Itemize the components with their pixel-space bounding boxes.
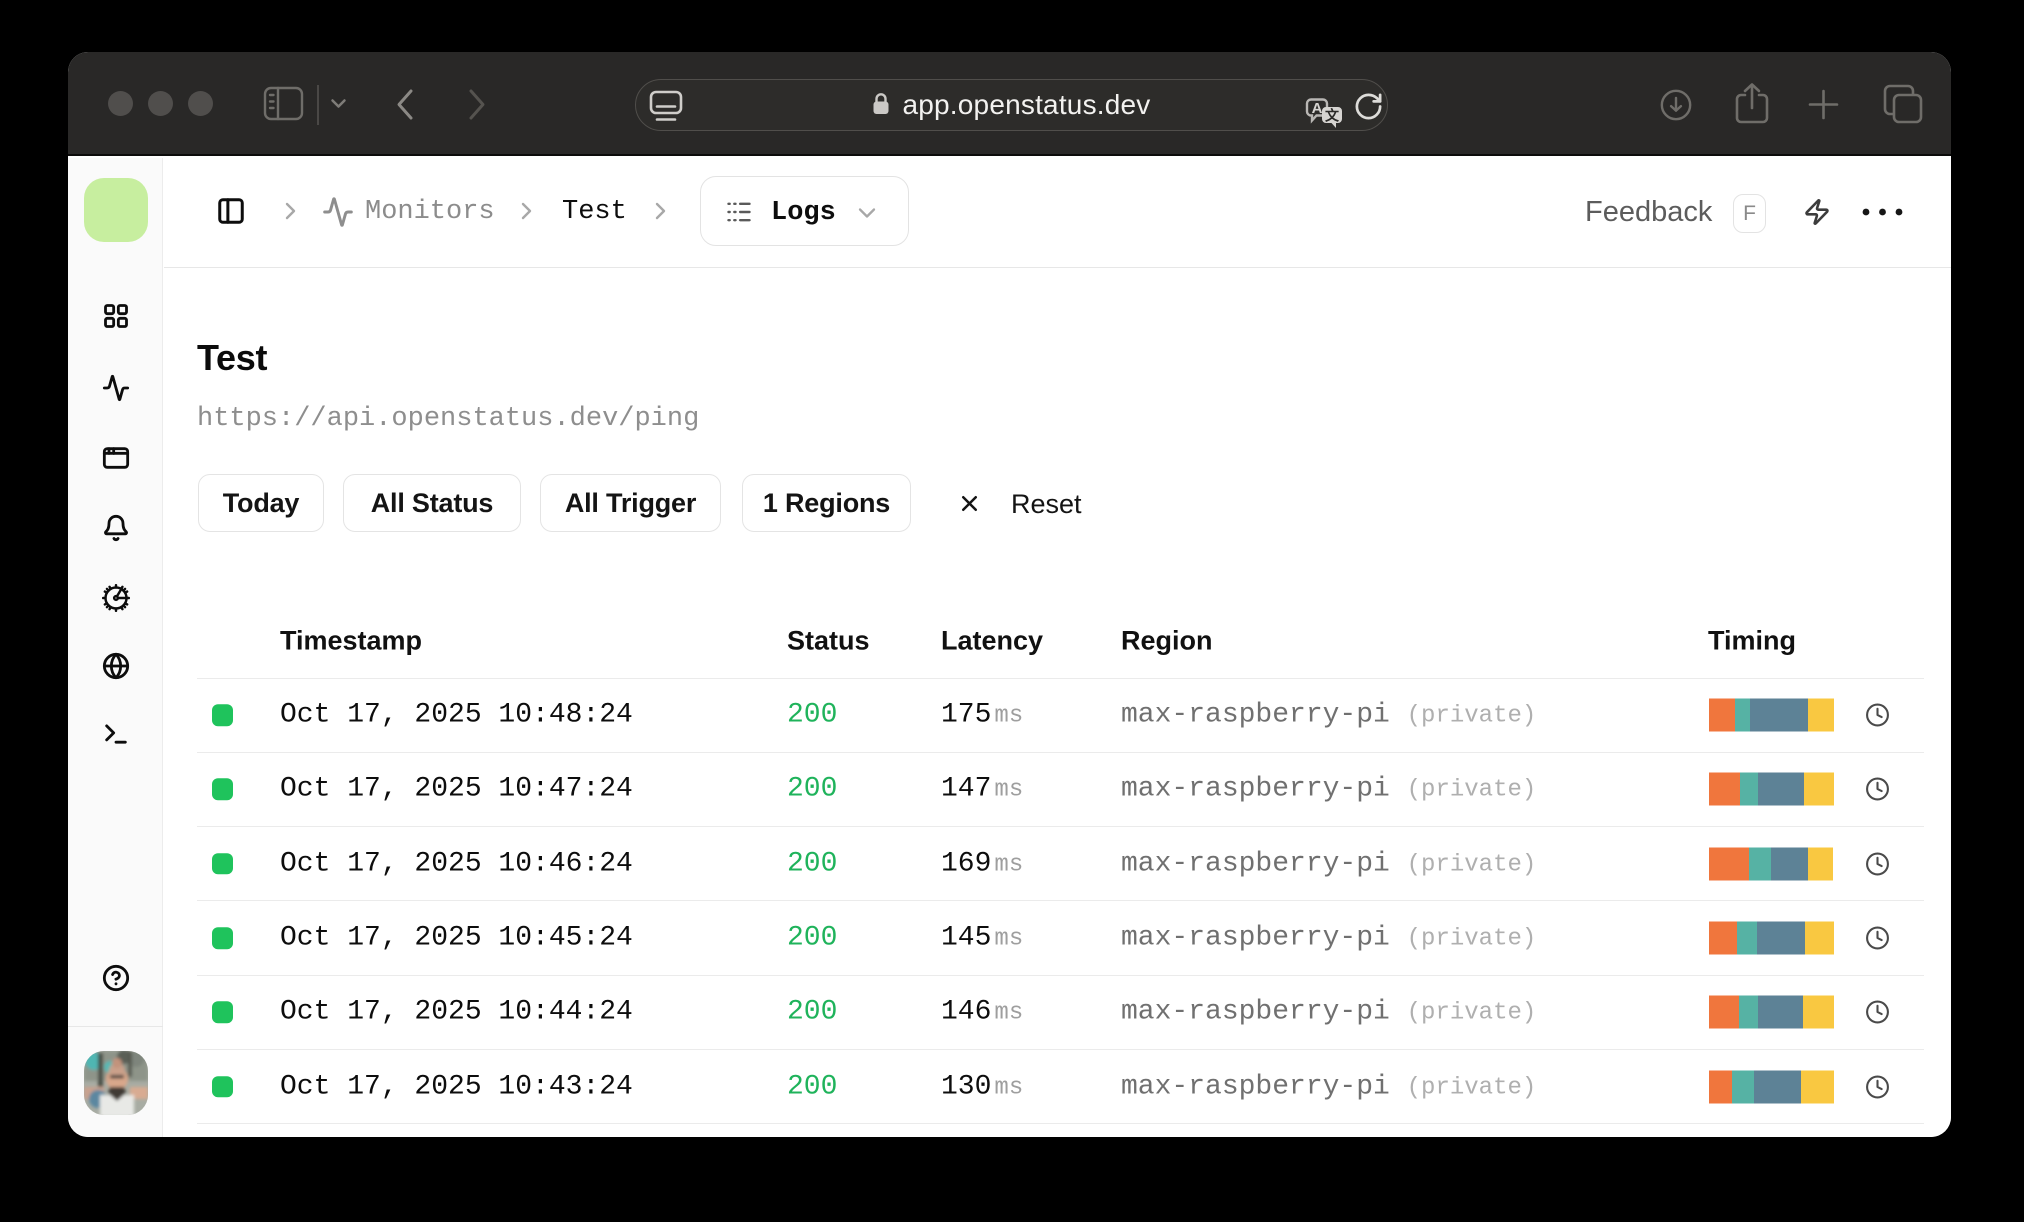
svg-text:A: A: [1312, 100, 1323, 117]
svg-text:文: 文: [1325, 108, 1340, 124]
